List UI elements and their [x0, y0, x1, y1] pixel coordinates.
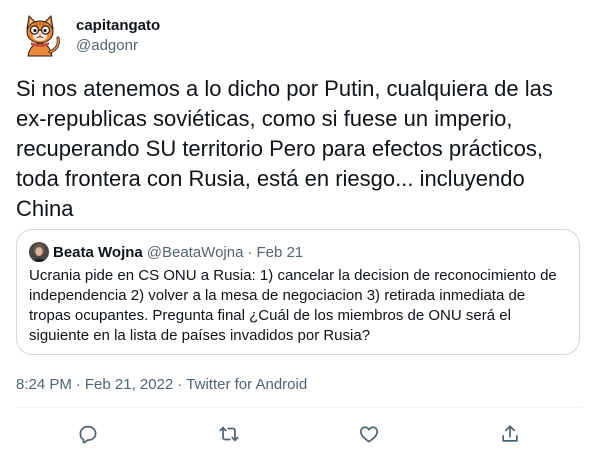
divider — [16, 407, 582, 408]
tweet: capitangato @adgonr Si nos atenemos a lo… — [0, 0, 598, 458]
quoted-author-name: Beata Wojna — [53, 243, 143, 261]
tweet-source[interactable]: Twitter for Android — [186, 376, 307, 393]
like-button[interactable] — [355, 420, 383, 448]
author-avatar[interactable] — [16, 12, 64, 60]
author-handle[interactable]: @adgonr — [76, 36, 160, 56]
like-icon — [359, 426, 379, 443]
quoted-author-avatar — [29, 242, 49, 262]
person-avatar-icon — [29, 242, 49, 262]
share-button[interactable] — [496, 420, 524, 448]
reply-icon — [79, 425, 97, 444]
author-display-name[interactable]: capitangato — [76, 16, 160, 36]
tweet-actions — [0, 420, 598, 448]
tweet-metadata: 8:24 PM · Feb 21, 2022 · Twitter for And… — [16, 374, 307, 394]
share-icon — [502, 425, 518, 442]
cat-avatar-icon — [16, 12, 64, 60]
quoted-tweet-date: Feb 21 — [256, 243, 304, 261]
meta-separator: · — [75, 375, 81, 393]
quoted-tweet-header: Beata Wojna @BeataWojna · Feb 21 — [29, 242, 303, 262]
tweet-time[interactable]: 8:24 PM — [16, 376, 72, 393]
quoted-tweet-card[interactable]: Beata Wojna @BeataWojna · Feb 21 Ucrania… — [16, 229, 580, 355]
quoted-separator: · — [247, 243, 253, 261]
quoted-tweet-text: Ucrania pide en CS ONU a Rusia: 1) cance… — [29, 267, 557, 344]
tweet-text: Si nos atenemos a lo dicho por Putin, cu… — [16, 76, 553, 221]
author-names: capitangato @adgonr — [76, 16, 160, 56]
quoted-author-handle: @BeataWojna — [146, 243, 244, 261]
retweet-icon — [219, 426, 239, 442]
tweet-date[interactable]: Feb 21, 2022 — [85, 376, 173, 393]
meta-separator: · — [177, 375, 183, 393]
retweet-button[interactable] — [215, 420, 243, 448]
author-row: capitangato @adgonr — [16, 12, 160, 60]
reply-button[interactable] — [74, 420, 102, 448]
